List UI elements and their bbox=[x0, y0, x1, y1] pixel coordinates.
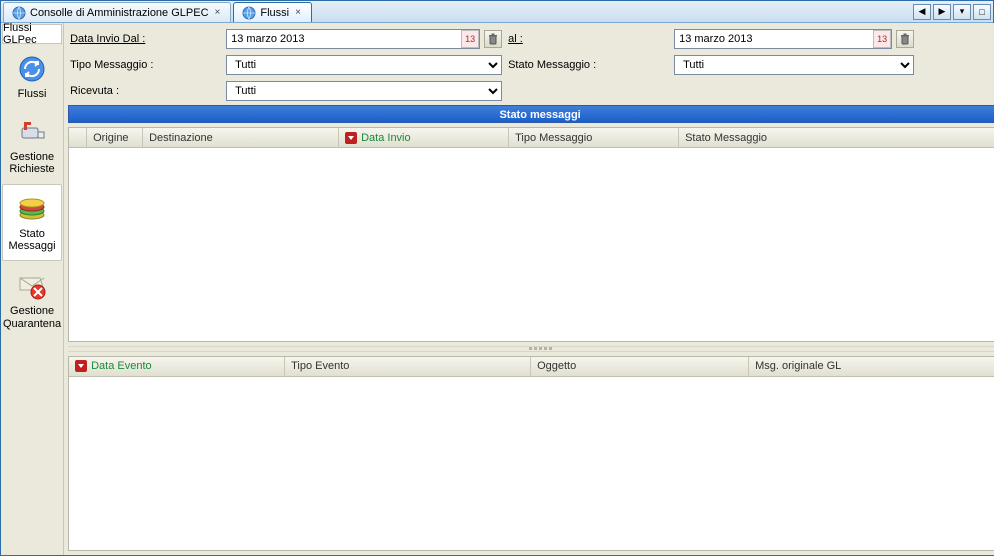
sort-desc-icon bbox=[75, 360, 87, 372]
horizontal-splitter[interactable] bbox=[68, 346, 994, 352]
table-top-headers: Origine Destinazione Data Invio Tipo Mes… bbox=[69, 128, 994, 148]
table-bottom: Data Evento Tipo Evento Oggetto Msg. ori… bbox=[68, 356, 994, 551]
sidebar-item-label: Gestione Quarantena bbox=[3, 305, 61, 329]
column-tipo-messaggio[interactable]: Tipo Messaggio bbox=[509, 128, 679, 147]
column-oggetto[interactable]: Oggetto bbox=[531, 357, 749, 376]
close-icon[interactable]: × bbox=[293, 7, 303, 18]
column-spacer[interactable] bbox=[69, 128, 87, 147]
stato-messaggio-select[interactable]: Tutti bbox=[674, 55, 914, 75]
column-origine[interactable]: Origine bbox=[87, 128, 143, 147]
tables-column: Stato messaggi Origine Destinazione Data… bbox=[64, 105, 994, 555]
column-tipo-evento[interactable]: Tipo Evento bbox=[285, 357, 531, 376]
label-ricevuta: Ricevuta : bbox=[70, 85, 220, 97]
tab-bar: Consolle di Amministrazione GLPEC × Flus… bbox=[1, 1, 993, 23]
column-data-evento[interactable]: Data Evento bbox=[69, 357, 285, 376]
globe-icon bbox=[242, 6, 256, 20]
body-split: Stato messaggi Origine Destinazione Data… bbox=[64, 105, 994, 555]
sidebar-item-gestione-richieste[interactable]: Gestione Richieste bbox=[1, 108, 63, 183]
scroll-right-button[interactable]: ▶ bbox=[933, 4, 951, 20]
section-title: Stato messaggi bbox=[68, 105, 994, 123]
column-destinazione[interactable]: Destinazione bbox=[143, 128, 339, 147]
sidebar-item-flussi[interactable]: Flussi bbox=[1, 45, 63, 108]
label-al: al : bbox=[508, 33, 668, 45]
globe-icon bbox=[12, 6, 26, 20]
filter-row-1: Data Invio Dal : 13 al : bbox=[64, 23, 994, 105]
clear-date-from-button[interactable] bbox=[484, 30, 502, 48]
table-top-body bbox=[69, 148, 994, 341]
tipo-messaggio-select[interactable]: Tutti bbox=[226, 55, 502, 75]
dropdown-button[interactable]: ▾ bbox=[953, 4, 971, 20]
calendar-icon[interactable]: 13 bbox=[461, 30, 479, 48]
maximize-button[interactable]: □ bbox=[973, 4, 991, 20]
date-from-input[interactable] bbox=[226, 29, 480, 49]
tab-label: Flussi bbox=[260, 7, 289, 19]
date-to-input[interactable] bbox=[674, 29, 892, 49]
sidebar-item-label: Stato Messaggi bbox=[5, 228, 59, 252]
table-top: Origine Destinazione Data Invio Tipo Mes… bbox=[68, 127, 994, 342]
refresh-globe-icon bbox=[16, 53, 48, 85]
table-bottom-body bbox=[69, 377, 994, 550]
sidebar-item-stato-messaggi[interactable]: Stato Messaggi bbox=[2, 184, 62, 261]
tab-list: Consolle di Amministrazione GLPEC × Flus… bbox=[3, 1, 314, 22]
calendar-icon[interactable]: 13 bbox=[873, 30, 891, 48]
label-tipo-messaggio: Tipo Messaggio : bbox=[70, 59, 220, 71]
mailbox-icon bbox=[16, 116, 48, 148]
label-data-invio-dal: Data Invio Dal : bbox=[70, 33, 220, 45]
main: Flussi GLPec Flussi Gestione Richieste S… bbox=[1, 23, 993, 555]
label-stato-messaggio: Stato Messaggio : bbox=[508, 59, 668, 71]
sort-desc-icon bbox=[345, 132, 357, 144]
sidebar-item-gestione-quarantena[interactable]: Gestione Quarantena bbox=[1, 262, 63, 337]
stack-disk-icon bbox=[16, 193, 48, 225]
close-icon[interactable]: × bbox=[213, 7, 223, 18]
ricevuta-select[interactable]: Tutti bbox=[226, 81, 502, 101]
tab-label: Consolle di Amministrazione GLPEC bbox=[30, 7, 209, 19]
column-stato-messaggio[interactable]: Stato Messaggio bbox=[679, 128, 994, 147]
column-msg-originale[interactable]: Msg. originale GL bbox=[749, 357, 994, 376]
sidebar-item-label: Flussi bbox=[18, 88, 47, 100]
tab-controls: ◀ ▶ ▾ □ bbox=[913, 4, 991, 20]
column-data-invio[interactable]: Data Invio bbox=[339, 128, 509, 147]
tab-consolle[interactable]: Consolle di Amministrazione GLPEC × bbox=[3, 2, 231, 22]
sidebar: Flussi GLPec Flussi Gestione Richieste S… bbox=[1, 23, 64, 555]
sidebar-title: Flussi GLPec bbox=[2, 24, 62, 44]
tab-flussi[interactable]: Flussi × bbox=[233, 2, 312, 22]
clear-date-to-button[interactable] bbox=[896, 30, 914, 48]
sidebar-item-label: Gestione Richieste bbox=[3, 151, 61, 175]
quarantine-icon bbox=[16, 270, 48, 302]
scroll-left-button[interactable]: ◀ bbox=[913, 4, 931, 20]
content: Data Invio Dal : 13 al : bbox=[64, 23, 994, 555]
table-bottom-headers: Data Evento Tipo Evento Oggetto Msg. ori… bbox=[69, 357, 994, 377]
